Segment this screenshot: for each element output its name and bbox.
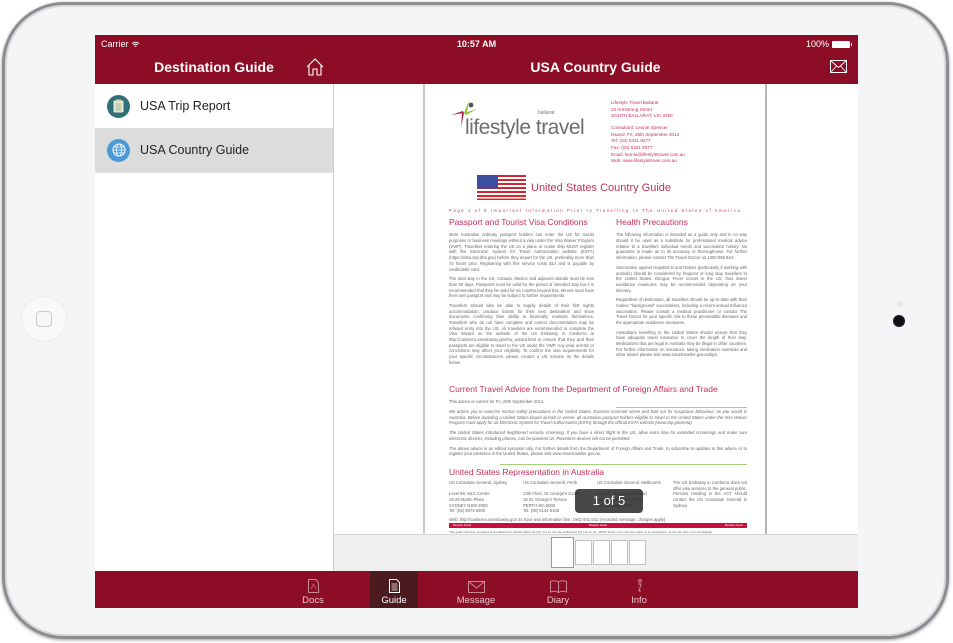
consulate-sydney: US Consulate General, Sydney Level 59, M… bbox=[449, 480, 508, 514]
paragraph: Australians travelling to the United Sta… bbox=[616, 329, 747, 358]
paragraph: Vaccination against Hepatitis B and Rabi… bbox=[616, 264, 747, 293]
paragraph: The United States introduced heightened … bbox=[449, 430, 747, 441]
advice-section: Current Travel Advice from the Departmen… bbox=[449, 384, 747, 457]
contact-line: Issued: Fri, 26th September 2014 bbox=[611, 131, 680, 137]
battery-icon bbox=[832, 40, 852, 48]
paragraph: Travellers should also be able to supply… bbox=[449, 302, 594, 365]
contact-line: Lifestyle Travel Ballarat bbox=[611, 100, 659, 105]
health-section: Health Precautions The following informa… bbox=[616, 217, 747, 358]
book-icon bbox=[549, 580, 567, 593]
sidebar-item-usa-country-guide[interactable]: USA Country Guide bbox=[95, 128, 333, 173]
clipboard-icon bbox=[107, 94, 130, 118]
page-thumbnail[interactable] bbox=[593, 540, 610, 565]
home-icon[interactable] bbox=[305, 57, 325, 77]
page-thumbnail-strip bbox=[334, 534, 858, 572]
tab-guide[interactable]: Guide bbox=[370, 571, 418, 608]
footer-band: lifestyle travel lifestyle travel lifest… bbox=[449, 523, 747, 528]
document-icon bbox=[388, 579, 400, 593]
contact-line: Web: www.lifestyletravel.com.au bbox=[611, 158, 677, 164]
passport-section: Passport and Tourist Visa Conditions Mos… bbox=[449, 217, 594, 365]
contact-line: 33 Armstrong Street bbox=[611, 106, 652, 112]
contact-line: Consultant: Leonie Spencer bbox=[611, 124, 668, 130]
info-icon bbox=[638, 579, 642, 592]
tab-info[interactable]: Info bbox=[615, 571, 663, 608]
globe-icon bbox=[107, 138, 130, 162]
paragraph: The total stay in the US, Canada, Mexico… bbox=[449, 276, 594, 299]
mail-icon[interactable] bbox=[830, 60, 847, 73]
sidebar-item-label: USA Trip Report bbox=[140, 99, 231, 113]
paragraph: Regardless of destination, all traveller… bbox=[616, 297, 747, 325]
tab-bar: Docs Guide Message Diary Info bbox=[95, 571, 858, 608]
sidebar-title: Destination Guide bbox=[154, 59, 274, 75]
representation-section: United States Representation in Australi… bbox=[449, 467, 747, 478]
app-screen: Carrier 10:57 AM 100% Destination Guide … bbox=[95, 35, 858, 608]
sidebar-item-label: USA Country Guide bbox=[140, 143, 250, 157]
section-heading: Current Travel Advice from the Departmen… bbox=[449, 384, 718, 394]
document-viewer[interactable]: ballarat lifestyle travel Lifestyle Trav… bbox=[334, 84, 858, 535]
footer-brand: lifestyle travel bbox=[453, 523, 472, 527]
proximity-sensor bbox=[897, 301, 903, 307]
page-title: USA Country Guide bbox=[530, 59, 661, 75]
envelope-icon bbox=[467, 581, 485, 593]
paragraph: We advise you to exercise normal safety … bbox=[449, 409, 747, 426]
paragraph: Most Australian ordinary passport holder… bbox=[449, 232, 594, 272]
battery-indicator: 100% bbox=[806, 39, 852, 49]
sidebar: USA Trip Report USA Country Guide bbox=[95, 84, 334, 571]
contact-line: Fax: (03) 5331 8077 bbox=[611, 144, 653, 150]
agency-contact: Lifestyle Travel Ballarat 33 Armstrong S… bbox=[611, 100, 751, 165]
nav-bar: Carrier 10:57 AM 100% Destination Guide … bbox=[95, 35, 858, 84]
document-page[interactable]: ballarat lifestyle travel Lifestyle Trav… bbox=[423, 84, 767, 535]
status-bar: Carrier 10:57 AM 100% bbox=[95, 35, 858, 53]
contact-line: SOUTH BALLARAT, VIC 3350 bbox=[611, 113, 673, 119]
contact-line: Tel: (03) 5331 8277 bbox=[611, 138, 651, 144]
home-hardware-button[interactable] bbox=[22, 297, 66, 341]
page-thumbnail[interactable] bbox=[611, 540, 628, 565]
front-camera bbox=[893, 315, 905, 327]
pdf-doc-icon bbox=[307, 579, 319, 593]
tab-message[interactable]: Message bbox=[452, 571, 500, 608]
footer-brand: lifestyle travel bbox=[724, 523, 743, 527]
sidebar-item-usa-trip-report[interactable]: USA Trip Report bbox=[95, 84, 333, 129]
page-indicator: 1 of 5 bbox=[575, 489, 643, 513]
embassy-canberra-note: The US Embassy in Canberra does not offe… bbox=[673, 480, 747, 508]
paragraph: The above advice is an edited synopsis o… bbox=[449, 445, 747, 457]
page-thumbnail[interactable] bbox=[551, 537, 574, 568]
document-title: United States Country Guide bbox=[531, 182, 672, 194]
page-header: Page 1 of 5 Important Information Prior … bbox=[449, 208, 742, 213]
logo-text: lifestyle travel bbox=[465, 116, 585, 139]
paragraph: This advice is current for Fri, 26th Sep… bbox=[449, 399, 545, 405]
us-flag-icon bbox=[477, 175, 526, 200]
paragraph: The following information is intended as… bbox=[616, 232, 747, 261]
page-thumbnail[interactable] bbox=[575, 540, 592, 565]
page-thumbnail[interactable] bbox=[629, 540, 646, 565]
footer-brand: lifestyle travel bbox=[588, 523, 608, 527]
web-line: Web: http://canberra.usembassy.gov 24 ho… bbox=[449, 517, 666, 522]
clock: 10:57 AM bbox=[456, 39, 497, 49]
section-divider bbox=[500, 464, 747, 465]
tab-docs[interactable]: Docs bbox=[289, 571, 337, 608]
contact-line: Email: leonie@lifestyletravel.com.au bbox=[611, 151, 685, 157]
section-heading: United States Representation in Australi… bbox=[449, 467, 604, 477]
section-heading: Passport and Tourist Visa Conditions bbox=[449, 217, 588, 227]
section-heading: Health Precautions bbox=[616, 217, 688, 227]
tab-diary[interactable]: Diary bbox=[534, 571, 582, 608]
